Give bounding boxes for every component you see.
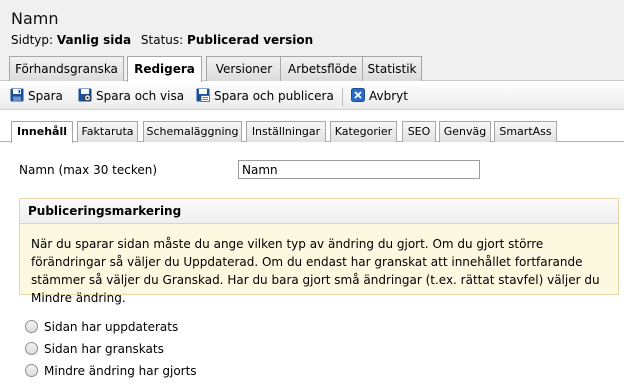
radio-button[interactable] (25, 320, 38, 333)
cancel-button[interactable]: Avbryt (351, 87, 411, 105)
subtab-smartass[interactable]: SmartAss (494, 121, 557, 142)
page-title: Namn (11, 9, 59, 28)
subtab-seo[interactable]: SEO (402, 121, 436, 142)
save-and-view-label: Spara och visa (96, 89, 185, 103)
toolbar-separator (342, 88, 343, 106)
tab-preview[interactable]: Förhandsgranska (9, 56, 124, 81)
status-value: Publicerad version (187, 33, 314, 47)
save-button[interactable]: Spara (10, 87, 65, 105)
subtab-shortcut[interactable]: Genväg (439, 121, 491, 142)
page-meta: Sidtyp: Vanlig sida Status: Publicerad v… (11, 33, 313, 47)
subtab-categories[interactable]: Kategorier (330, 121, 397, 142)
save-and-publish-button[interactable]: Spara och publicera (196, 87, 334, 105)
subtab-content[interactable]: Innehåll (11, 121, 73, 143)
name-input[interactable] (238, 160, 480, 179)
toolbar: Spara Spara och visa Spara och publicera… (0, 82, 624, 110)
subtab-settings[interactable]: Inställningar (246, 121, 326, 142)
tab-versions[interactable]: Versioner (206, 56, 282, 81)
floppy-publish-icon (196, 88, 210, 102)
radio-label-updated: Sidan har uppdaterats (44, 320, 179, 334)
tab-statistics[interactable]: Statistik (362, 56, 422, 81)
save-and-view-button[interactable]: Spara och visa (78, 87, 185, 105)
page-type-value: Vanlig sida (56, 33, 132, 47)
floppy-disk-icon (10, 88, 24, 102)
subtab-factbox[interactable]: Faktaruta (77, 121, 138, 142)
publish-marking-text: När du sparar sidan måste du ange vilken… (31, 237, 600, 305)
tab-edit[interactable]: Redigera (127, 56, 202, 82)
name-field-label: Namn (max 30 tecken) (19, 163, 158, 177)
page-header: Namn Sidtyp: Vanlig sida Status: Publice… (0, 0, 624, 82)
radio-button[interactable] (25, 364, 38, 377)
status-label: Status: (140, 33, 184, 47)
radio-label-minor-change: Mindre ändring har gjorts (44, 364, 197, 378)
tab-workflow[interactable]: Arbetsflöde (280, 56, 365, 81)
page-type-label: Sidtyp: (11, 33, 54, 47)
radio-label-reviewed: Sidan har granskats (44, 342, 164, 356)
save-label: Spara (28, 89, 63, 103)
publish-marking-heading: Publiceringsmarkering (20, 199, 618, 224)
publish-marking-panel: Publiceringsmarkering När du sparar sida… (19, 198, 619, 305)
cancel-icon (351, 88, 365, 102)
save-and-publish-label: Spara och publicera (214, 89, 334, 103)
radio-button[interactable] (25, 342, 38, 355)
floppy-view-icon (78, 88, 92, 102)
subtab-scheduling[interactable]: Schemaläggning (143, 121, 242, 142)
cancel-label: Avbryt (369, 89, 408, 103)
